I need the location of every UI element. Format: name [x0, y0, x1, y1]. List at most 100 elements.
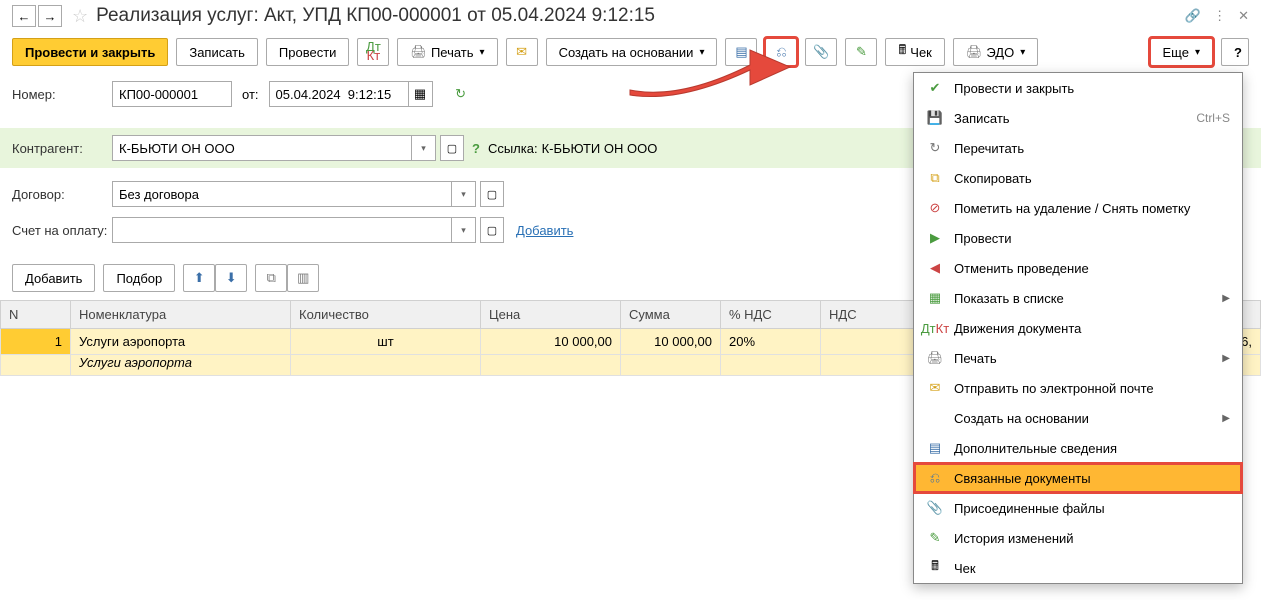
menu-movements[interactable]: ДтКтДвижения документа — [914, 313, 1242, 343]
cash-register-icon: 🖩 — [898, 41, 906, 63]
menu-email[interactable]: ✉Отправить по электронной почте — [914, 373, 1242, 403]
dtkt-icon: ДтКт — [926, 320, 944, 336]
back-button[interactable]: ← — [12, 5, 36, 27]
move-up-button[interactable]: ⬆ — [183, 264, 215, 292]
email-button[interactable]: ✉ — [506, 38, 538, 66]
menu-copy[interactable]: ⧉Скопировать — [914, 163, 1242, 193]
printer-icon: 🖨 — [926, 350, 944, 366]
contragent-input[interactable] — [112, 135, 412, 161]
link-label: Ссылка: — [488, 141, 538, 156]
contragent-open[interactable]: ▢ — [440, 135, 464, 161]
copy-row-button[interactable]: ⧉ — [255, 264, 287, 292]
list-icon: ▤ — [926, 440, 944, 456]
email-icon: ✉ — [926, 380, 944, 396]
col-price[interactable]: Цена — [481, 301, 621, 329]
col-sum[interactable]: Сумма — [621, 301, 721, 329]
move-down-button[interactable]: ⬇ — [215, 264, 247, 292]
menu-print[interactable]: 🖨Печать▶ — [914, 343, 1242, 373]
menu-check[interactable]: 🖩Чек — [914, 553, 1242, 583]
menu-post[interactable]: ▶Провести — [914, 223, 1242, 253]
attach-button[interactable]: 📎 — [805, 38, 837, 66]
dtkt-button[interactable]: ДтКт — [357, 38, 389, 66]
invoice-input[interactable] — [112, 217, 452, 243]
calendar-button[interactable]: ▦ — [409, 81, 433, 107]
create-based-button[interactable]: Создать на основании — [546, 38, 718, 66]
col-nomenclature[interactable]: Номенклатура — [71, 301, 291, 329]
col-vatpct[interactable]: % НДС — [721, 301, 821, 329]
help-button[interactable]: ? — [1221, 38, 1249, 66]
close-icon[interactable]: ✕ — [1238, 8, 1249, 24]
copy-icon: ⧉ — [267, 270, 276, 286]
more-menu: ✔Провести и закрыть 💾ЗаписатьCtrl+S ↻Пер… — [913, 72, 1243, 584]
pencil-icon: ✎ — [856, 44, 867, 60]
reload-icon: ↻ — [926, 140, 944, 156]
contragent-dropdown[interactable]: ▾ — [412, 135, 436, 161]
menu-history[interactable]: ✎История изменений — [914, 523, 1242, 553]
menu-reread[interactable]: ↻Перечитать — [914, 133, 1242, 163]
post-button[interactable]: Провести — [266, 38, 350, 66]
menu-save[interactable]: 💾ЗаписатьCtrl+S — [914, 103, 1242, 133]
contract-input[interactable] — [112, 181, 452, 207]
forward-button[interactable]: → — [38, 5, 62, 27]
post-icon: ▶ — [926, 230, 944, 246]
more-vertical-icon[interactable]: ⋮ — [1213, 8, 1226, 24]
date-input[interactable] — [269, 81, 409, 107]
edit-history-button[interactable]: ✎ — [845, 38, 877, 66]
menu-unpost[interactable]: ◀Отменить проведение — [914, 253, 1242, 283]
copy-icon: ⧉ — [926, 170, 944, 186]
delete-mark-icon: ⊘ — [926, 200, 944, 216]
invoice-dropdown[interactable]: ▾ — [452, 217, 476, 243]
print-button[interactable]: 🖨Печать — [397, 38, 497, 66]
more-button[interactable]: Еще — [1150, 38, 1213, 66]
window-title: Реализация услуг: Акт, УПД КП00-000001 о… — [96, 5, 1185, 27]
invoice-open[interactable]: ▢ — [480, 217, 504, 243]
menu-create-based[interactable]: Создать на основании▶ — [914, 403, 1242, 433]
pencil-icon: ✎ — [926, 530, 944, 546]
contract-dropdown[interactable]: ▾ — [452, 181, 476, 207]
floppy-icon: 💾 — [926, 110, 944, 126]
arrow-down-icon: ⬇ — [226, 270, 237, 286]
cash-register-icon: 🖩 — [926, 560, 944, 576]
contragent-label: Контрагент: — [12, 141, 112, 156]
number-label: Номер: — [12, 87, 112, 102]
save-button[interactable]: Записать — [176, 38, 258, 66]
invoice-label: Счет на оплату: — [12, 223, 112, 238]
check-icon: ✔ — [926, 80, 944, 96]
menu-show-list[interactable]: ▦Показать в списке▶ — [914, 283, 1242, 313]
table-add-button[interactable]: Добавить — [12, 264, 95, 292]
email-icon: ✉ — [516, 44, 527, 60]
contract-open[interactable]: ▢ — [480, 181, 504, 207]
question-icon[interactable]: ? — [472, 141, 480, 156]
check-button[interactable]: 🖩Чек — [885, 38, 944, 66]
printer-icon: 🖨 — [410, 44, 427, 60]
tree-icon: ⎌ — [776, 44, 786, 60]
col-n[interactable]: N — [1, 301, 71, 329]
favorite-star-icon[interactable]: ☆ — [72, 6, 88, 27]
paste-row-button[interactable]: ▥ — [287, 264, 319, 292]
paste-icon: ▥ — [297, 270, 309, 286]
unpost-icon: ◀ — [926, 260, 944, 276]
contract-label: Договор: — [12, 187, 112, 202]
calendar-icon: ▦ — [414, 86, 426, 102]
menu-attached[interactable]: 📎Присоединенные файлы — [914, 493, 1242, 523]
col-qty[interactable]: Количество — [291, 301, 481, 329]
paperclip-icon: 📎 — [813, 44, 829, 60]
refresh-icon-button[interactable]: ↻ — [445, 80, 477, 108]
menu-related-docs[interactable]: ⎌Связанные документы — [914, 463, 1242, 493]
list-icon: ▦ — [926, 290, 944, 306]
link-icon[interactable]: 🔗 — [1185, 8, 1201, 24]
table-select-button[interactable]: Подбор — [103, 264, 175, 292]
tree-icon: ⎌ — [926, 470, 944, 486]
menu-mark-delete[interactable]: ⊘Пометить на удаление / Снять пометку — [914, 193, 1242, 223]
menu-post-close[interactable]: ✔Провести и закрыть — [914, 73, 1242, 103]
printer-icon: 🖨 — [966, 44, 983, 60]
paperclip-icon: 📎 — [926, 500, 944, 516]
number-input[interactable] — [112, 81, 232, 107]
list-icon: ▤ — [735, 44, 747, 60]
post-and-close-button[interactable]: Провести и закрыть — [12, 38, 168, 66]
list-button[interactable]: ▤ — [725, 38, 757, 66]
menu-extra[interactable]: ▤Дополнительные сведения — [914, 433, 1242, 463]
related-docs-button[interactable]: ⎌ — [765, 38, 797, 66]
add-invoice-link[interactable]: Добавить — [516, 223, 573, 238]
edo-button[interactable]: 🖨ЭДО — [953, 38, 1038, 66]
